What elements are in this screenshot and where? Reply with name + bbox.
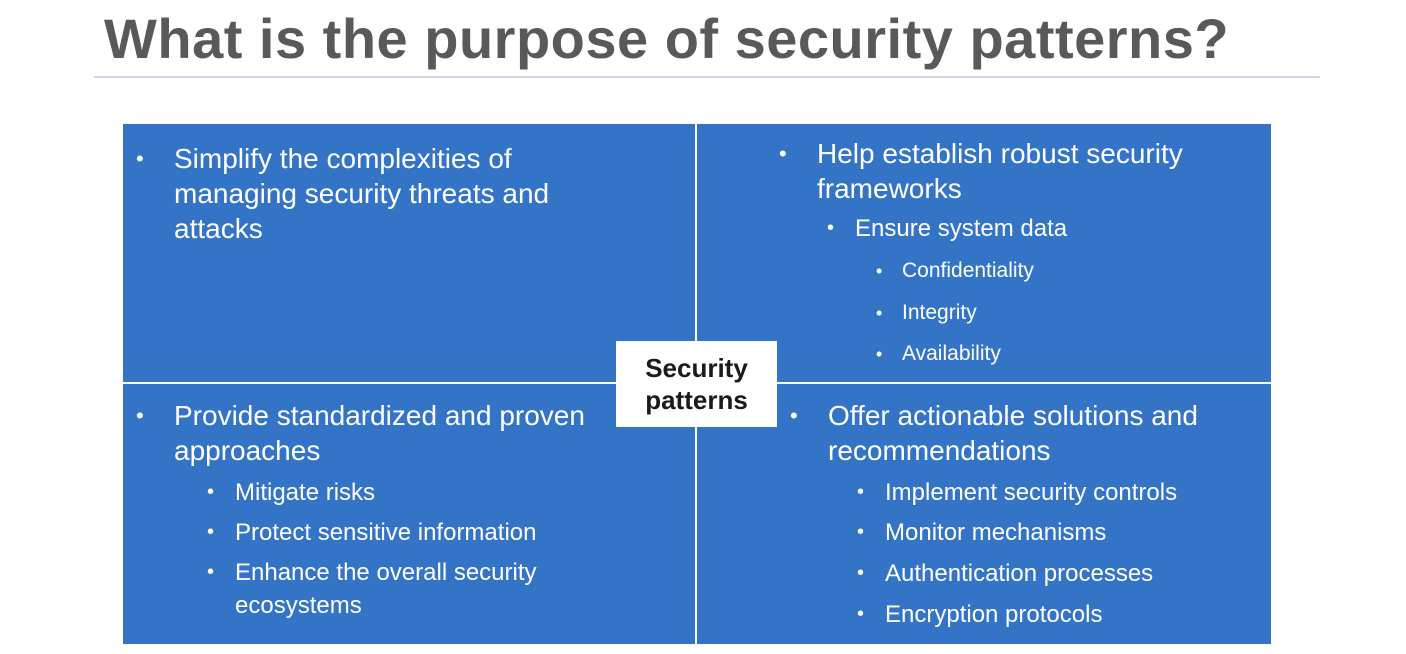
quadrant-top-left: • Simplify the complexities of managing … <box>123 124 695 382</box>
bullet-text: Confidentiality <box>902 259 1034 282</box>
bullet-text-line: Enhance the overall security <box>235 559 537 586</box>
bullet-text: Mitigate risks <box>235 479 376 506</box>
sub-bullet: • Mitigate risks <box>207 476 376 509</box>
bullet-glyph: • <box>827 217 835 239</box>
bullet-text: Ensure system data <box>855 215 1068 242</box>
sub-bullet: • Authentication processes <box>857 557 1154 590</box>
bullet-text: Implement security controls <box>885 479 1178 506</box>
bullet-glyph: • <box>207 521 215 543</box>
sub-sub-bullet: • Confidentiality <box>876 256 1034 286</box>
sub-bullet: • Monitor mechanisms <box>857 516 1107 549</box>
bullet-text: Availability <box>902 342 1001 365</box>
bullet-glyph: • <box>857 562 865 584</box>
bullet-item-standardized: • Provide standardized and proven approa… <box>136 398 585 468</box>
bullet-glyph: • <box>779 141 787 166</box>
bullet-text-line: Provide standardized and proven <box>174 400 585 431</box>
bullet-text-line: frameworks <box>817 173 962 204</box>
title-underline <box>94 76 1320 78</box>
bullet-glyph: • <box>857 521 865 543</box>
quadrant-bottom-left: • Provide standardized and proven approa… <box>123 384 695 644</box>
bullet-text: Protect sensitive information <box>235 519 537 546</box>
bullet-item-actionable: • Offer actionable solutions and recomme… <box>790 398 1198 468</box>
bullet-text-line: recommendations <box>828 435 1051 466</box>
bullet-text-line: attacks <box>174 213 263 244</box>
slide-title: What is the purpose of security patterns… <box>104 7 1230 70</box>
bullet-text-line: approaches <box>174 435 321 466</box>
sub-bullet: • Protect sensitive information <box>207 516 537 549</box>
bullet-text-line: Simplify the complexities of <box>174 143 512 174</box>
bullet-text-line: Help establish robust security <box>817 138 1183 169</box>
bullet-glyph: • <box>136 403 144 428</box>
sub-bullet: • Implement security controls <box>857 476 1178 509</box>
bullet-glyph: • <box>876 303 883 323</box>
bullet-text: Encryption protocols <box>885 601 1103 628</box>
center-label-line: Security <box>645 353 748 383</box>
bullet-item-frameworks: • Help establish robust security framewo… <box>779 136 1183 206</box>
bullet-text: Monitor mechanisms <box>885 519 1107 546</box>
bullet-glyph: • <box>136 146 144 171</box>
bullet-text: Integrity <box>902 301 977 324</box>
quadrant-bottom-right: • Offer actionable solutions and recomme… <box>697 384 1271 644</box>
bullet-glyph: • <box>876 344 883 364</box>
bullet-glyph: • <box>207 481 215 503</box>
center-label-box: Security patterns <box>616 341 777 427</box>
sub-bullet-ensure-data: • Ensure system data <box>827 212 1068 245</box>
center-label-line: patterns <box>645 385 748 415</box>
bullet-text-line: Offer actionable solutions and <box>828 400 1198 431</box>
bullet-text: Authentication processes <box>885 560 1154 587</box>
quadrant-top-right: • Help establish robust security framewo… <box>697 124 1271 382</box>
bullet-glyph: • <box>857 603 865 625</box>
bullet-item-simplify: • Simplify the complexities of managing … <box>136 141 550 246</box>
bullet-glyph: • <box>790 403 798 428</box>
sub-bullet: • Encryption protocols <box>857 598 1103 631</box>
bullet-text-line: managing security threats and <box>174 178 550 209</box>
sub-sub-bullet: • Integrity <box>876 298 977 328</box>
bullet-glyph: • <box>857 481 865 503</box>
bullet-glyph: • <box>207 561 215 583</box>
bullet-glyph: • <box>876 261 883 281</box>
sub-bullet: • Enhance the overall security ecosystem… <box>207 556 537 622</box>
sub-sub-bullet: • Availability <box>876 339 1001 369</box>
bullet-text-line: ecosystems <box>235 592 362 619</box>
